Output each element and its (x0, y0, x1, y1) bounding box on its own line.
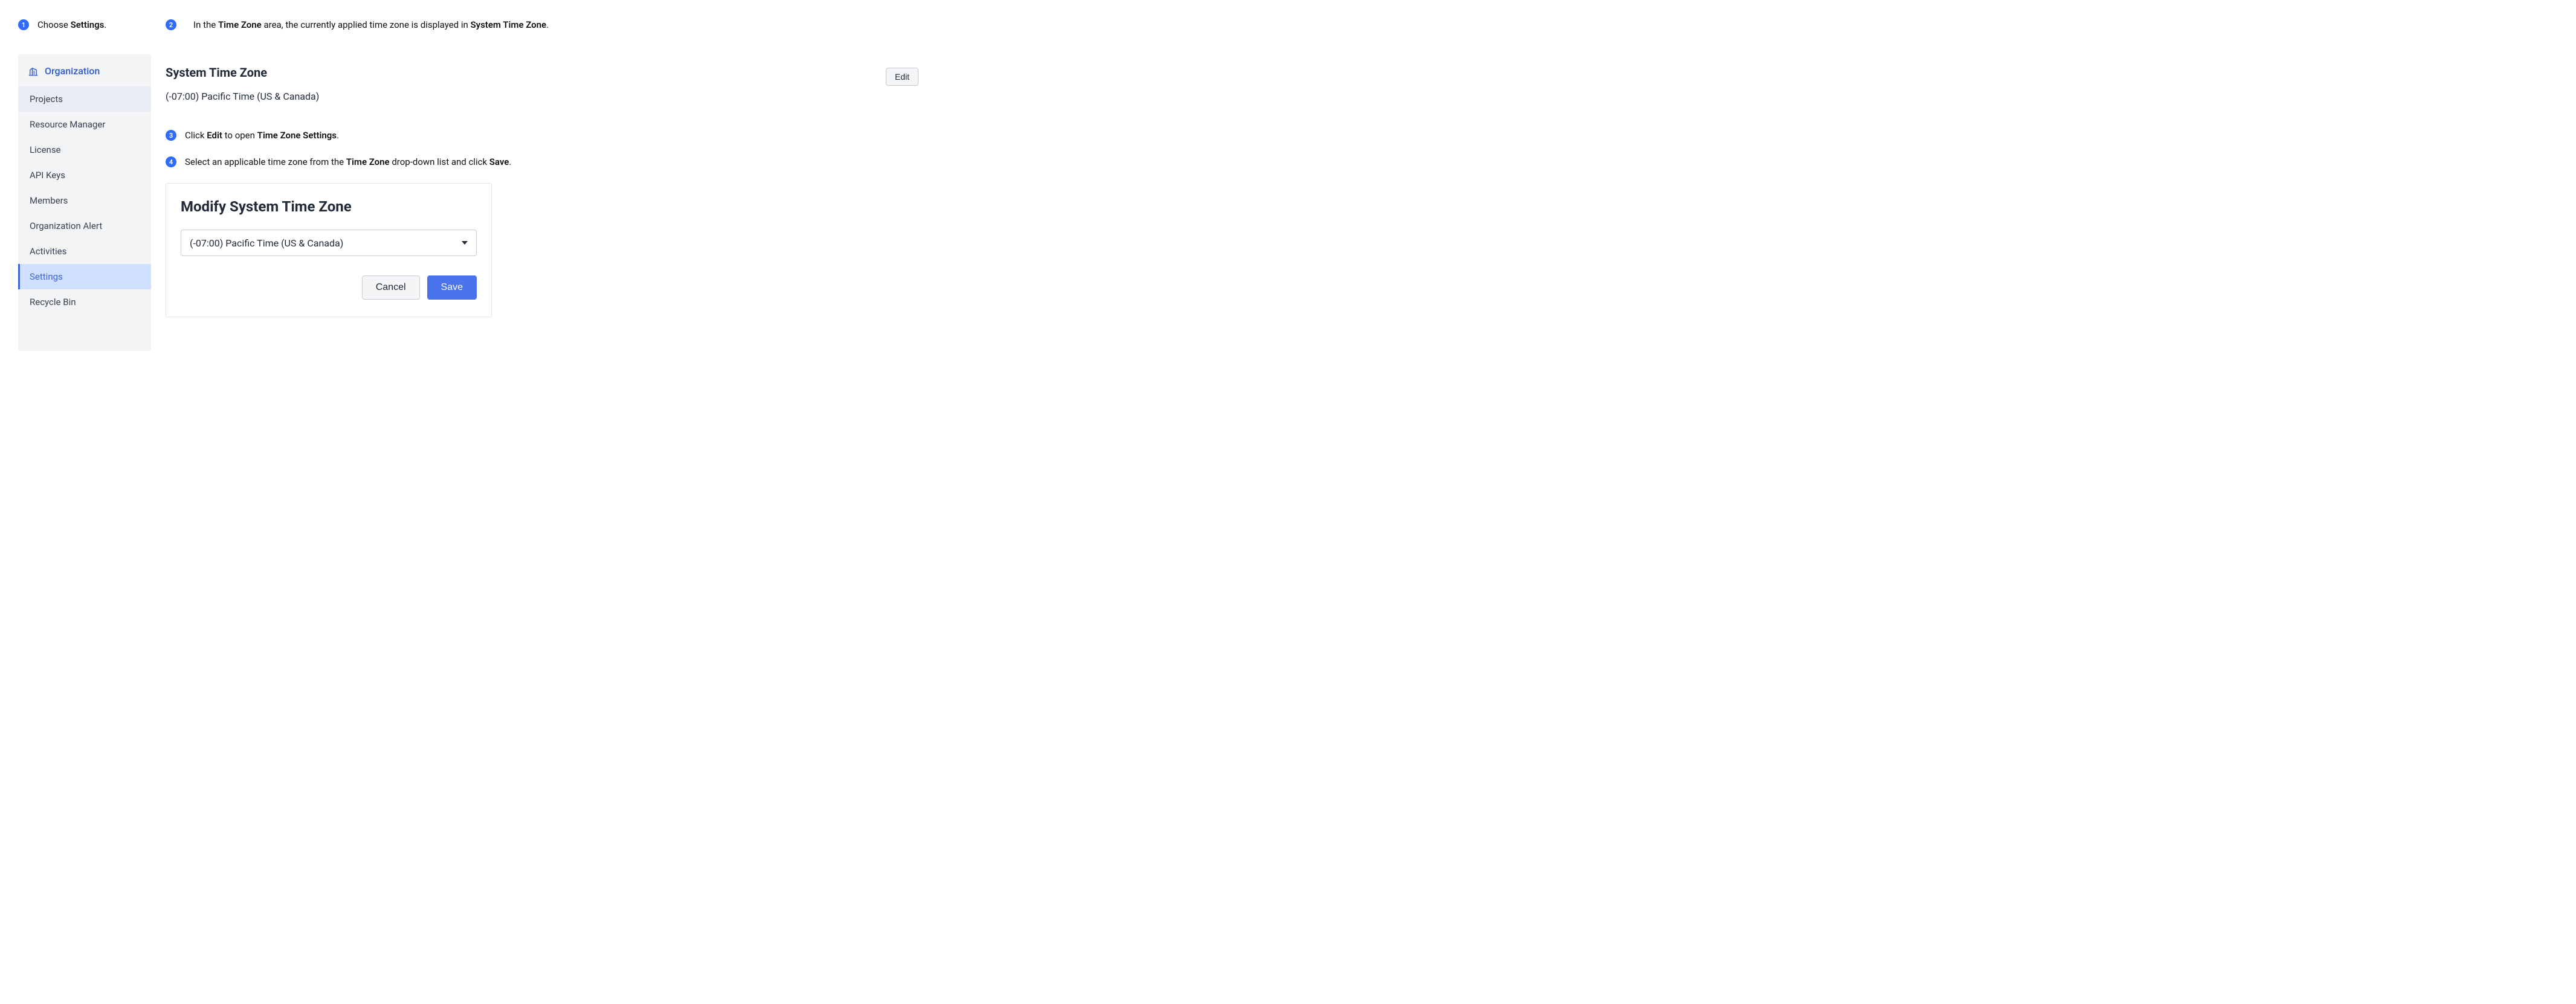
step-badge-3: 3 (166, 130, 176, 141)
system-time-zone-value: (-07:00) Pacific Time (US & Canada) (166, 91, 319, 102)
sidebar-item-members[interactable]: Members (18, 188, 151, 213)
caret-down-icon (462, 241, 468, 245)
time-zone-selected-value: (-07:00) Pacific Time (US & Canada) (190, 237, 343, 249)
step-2-text: In the Time Zone area, the currently app… (193, 19, 549, 30)
step-3: 3 Click Edit to open Time Zone Settings. (166, 129, 925, 142)
modify-title: Modify System Time Zone (181, 198, 477, 215)
system-time-zone-title: System Time Zone (166, 65, 319, 80)
sidebar-item-settings[interactable]: Settings (18, 264, 151, 289)
sidebar-item-projects[interactable]: Projects (18, 86, 151, 112)
save-button[interactable]: Save (427, 275, 477, 300)
step-3-text: Click Edit to open Time Zone Settings. (185, 130, 339, 141)
step-4-text: Select an applicable time zone from the … (185, 156, 511, 167)
edit-button[interactable]: Edit (886, 68, 918, 86)
sidebar-item-organization-alert[interactable]: Organization Alert (18, 213, 151, 239)
sidebar-item-recycle-bin[interactable]: Recycle Bin (18, 289, 151, 315)
step-1-text: Choose Settings. (37, 19, 106, 30)
organization-icon (28, 66, 39, 77)
step-badge-4: 4 (166, 156, 176, 167)
cancel-button[interactable]: Cancel (362, 275, 420, 300)
sidebar-header-label: Organization (45, 65, 100, 77)
time-zone-select[interactable]: (-07:00) Pacific Time (US & Canada) (181, 230, 477, 256)
step-2: 2 In the Time Zone area, the currently a… (166, 18, 925, 31)
step-4: 4 Select an applicable time zone from th… (166, 155, 925, 169)
sidebar-item-license[interactable]: License (18, 137, 151, 163)
step-1: 1 Choose Settings. (18, 18, 151, 31)
sidebar-item-api-keys[interactable]: API Keys (18, 163, 151, 188)
sidebar: Organization Projects Resource Manager L… (18, 54, 151, 351)
system-time-zone-block: System Time Zone (-07:00) Pacific Time (… (166, 65, 925, 102)
sidebar-item-resource-manager[interactable]: Resource Manager (18, 112, 151, 137)
step-badge-1: 1 (18, 19, 29, 30)
sidebar-item-activities[interactable]: Activities (18, 239, 151, 264)
sidebar-header[interactable]: Organization (18, 54, 151, 86)
modify-time-zone-card: Modify System Time Zone (-07:00) Pacific… (166, 183, 492, 317)
step-badge-2: 2 (166, 19, 176, 30)
